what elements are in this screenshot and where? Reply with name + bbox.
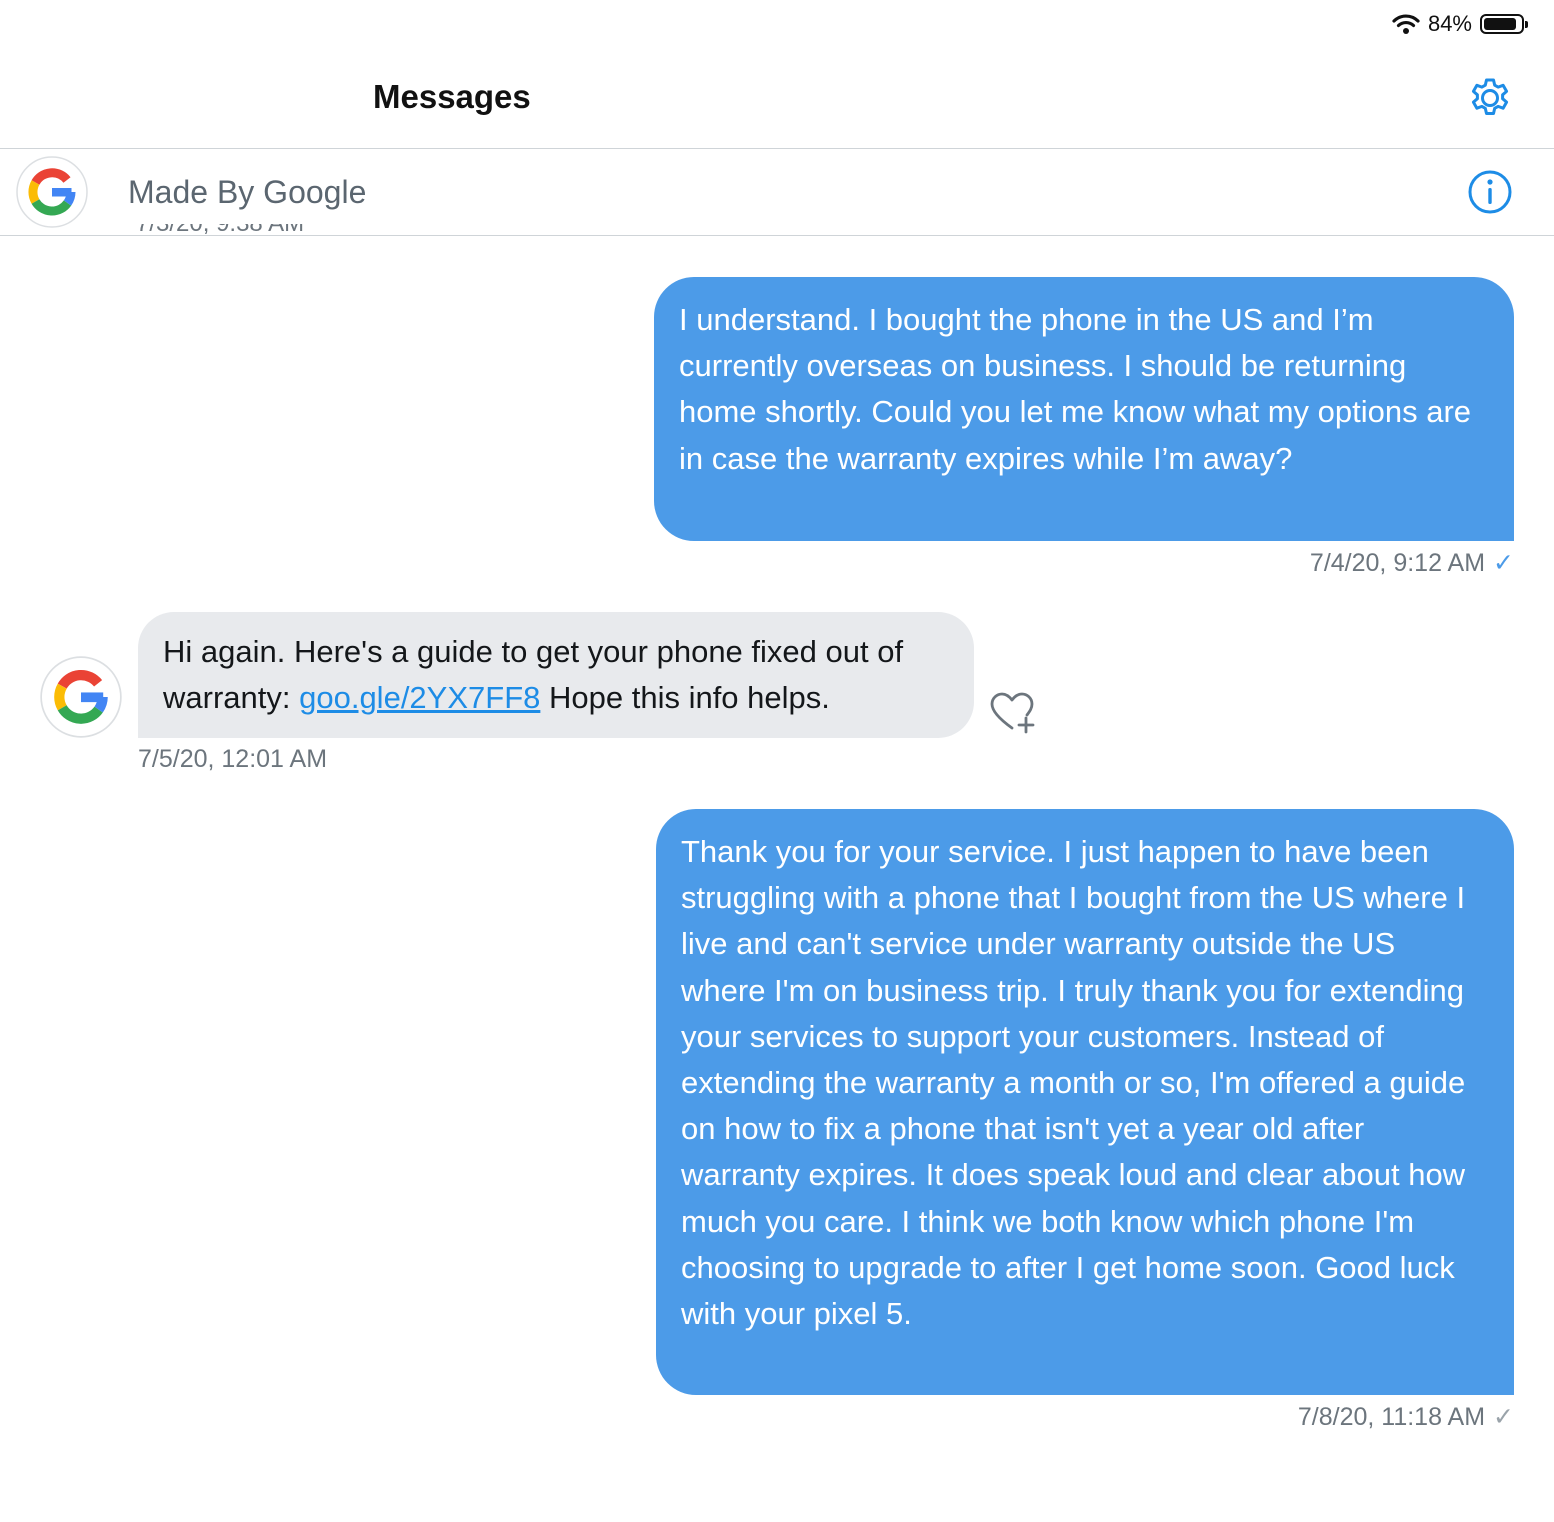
battery-icon	[1480, 14, 1528, 34]
outgoing-message-bubble[interactable]: I understand. I bought the phone in the …	[654, 277, 1514, 541]
google-avatar-icon[interactable]	[40, 656, 122, 738]
add-reaction-heart-icon[interactable]	[988, 690, 1038, 736]
sent-checkmark-icon: ✓	[1493, 549, 1514, 577]
message-link[interactable]: goo.gle/2YX7FF8	[299, 680, 540, 715]
sent-checkmark-icon: ✓	[1493, 1403, 1514, 1431]
message-timestamp: 7/4/20, 9:12 AM ✓	[1309, 549, 1514, 577]
google-avatar-icon[interactable]	[16, 156, 88, 228]
incoming-message-bubble[interactable]: Hi again. Here's a guide to get your pho…	[138, 612, 974, 738]
page-title: Messages	[373, 78, 531, 115]
conversation-divider	[0, 235, 1554, 236]
message-timestamp: 7/5/20, 12:01 AM	[138, 745, 328, 773]
conversation-name: Made By Google	[128, 174, 367, 210]
header-divider	[0, 148, 1554, 149]
status-bar: 84%	[1392, 8, 1528, 40]
outgoing-message-bubble[interactable]: Thank you for your service. I just happe…	[656, 809, 1514, 1395]
message-timestamp: 7/8/20, 11:18 AM ✓	[1297, 1403, 1514, 1431]
battery-percent: 84%	[1427, 11, 1472, 36]
message-text: Thank you for your service. I just happe…	[681, 834, 1466, 1332]
gear-icon[interactable]	[1466, 74, 1514, 122]
wifi-icon	[1392, 14, 1420, 34]
message-text: Hope this info helps.	[540, 680, 830, 716]
info-icon[interactable]	[1466, 168, 1514, 216]
message-text: I understand. I bought the phone in the …	[679, 302, 1472, 476]
